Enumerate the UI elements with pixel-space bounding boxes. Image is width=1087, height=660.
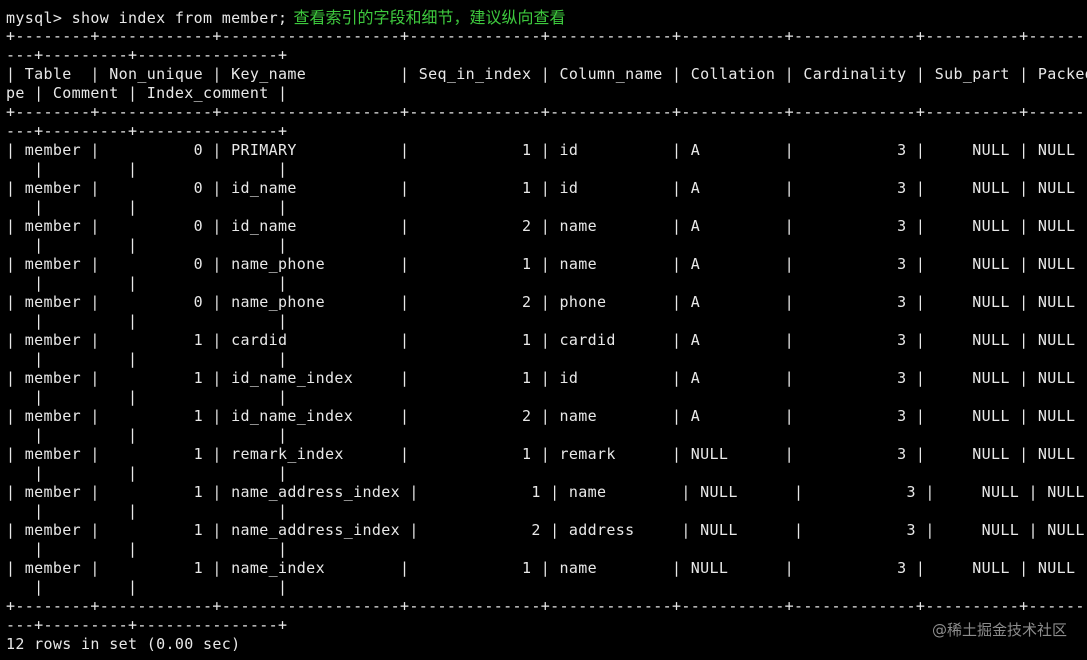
table-border-bottom: +--------+------------+-----------------… bbox=[6, 597, 1087, 615]
table-row-wrap: | | | bbox=[6, 464, 288, 482]
table-row-wrap: | | | bbox=[6, 502, 288, 520]
table-row: | member | 1 | remark_index | 1 | remark… bbox=[6, 445, 1087, 463]
result-summary: 12 rows in set (0.00 sec) bbox=[6, 635, 241, 653]
table-row: | member | 0 | id_name | 1 | id | A | 3 … bbox=[6, 179, 1087, 197]
watermark: @稀土掘金技术社区 bbox=[931, 621, 1067, 639]
table-border-top-wrap: ---+---------+---------------+ bbox=[6, 46, 288, 64]
terminal-window[interactable]: mysql> show index from member; 查看索引的字段和细节… bbox=[6, 8, 1087, 660]
table-row-wrap: | | | bbox=[6, 236, 288, 254]
table-header-wrap: pe | Comment | Index_comment | bbox=[6, 84, 288, 102]
table-row: | member | 1 | id_name_index | 2 | name … bbox=[6, 407, 1087, 425]
table-border-header-wrap: ---+---------+---------------+ bbox=[6, 122, 288, 140]
table-row: | member | 0 | name_phone | 2 | phone | … bbox=[6, 293, 1087, 311]
table-row-wrap: | | | bbox=[6, 274, 288, 292]
table-row: | member | 0 | name_phone | 1 | name | A… bbox=[6, 255, 1087, 273]
table-row-wrap: | | | bbox=[6, 160, 288, 178]
table-row: | member | 0 | PRIMARY | 1 | id | A | 3 … bbox=[6, 141, 1087, 159]
table-header: | Table | Non_unique | Key_name | Seq_in… bbox=[6, 65, 1087, 83]
annotation-note: 查看索引的字段和细节，建议纵向查看 bbox=[293, 8, 566, 27]
table-row-wrap: | | | bbox=[6, 578, 288, 596]
table-row: | member | 1 | name_address_index | 1 | … bbox=[6, 483, 1087, 501]
table-row-wrap: | | | bbox=[6, 540, 288, 558]
table-border-header: +--------+------------+-----------------… bbox=[6, 103, 1087, 121]
table-row: | member | 1 | name_index | 1 | name | N… bbox=[6, 559, 1087, 577]
table-row-wrap: | | | bbox=[6, 388, 288, 406]
prompt-line: mysql> show index from member; 查看索引的字段和细节… bbox=[6, 8, 565, 27]
table-row: | member | 0 | id_name | 2 | name | A | … bbox=[6, 217, 1087, 235]
table-row-wrap: | | | bbox=[6, 350, 288, 368]
table-row: | member | 1 | cardid | 1 | cardid | A |… bbox=[6, 331, 1087, 349]
table-border-top: +--------+------------+-----------------… bbox=[6, 27, 1087, 45]
table-row-wrap: | | | bbox=[6, 426, 288, 444]
table-row-wrap: | | | bbox=[6, 312, 288, 330]
table-border-bottom-wrap: ---+---------+---------------+ bbox=[6, 616, 288, 634]
table-row: | member | 1 | name_address_index | 2 | … bbox=[6, 521, 1087, 539]
sql-command: mysql> show index from member; bbox=[6, 9, 288, 27]
table-row-wrap: | | | bbox=[6, 198, 288, 216]
table-row: | member | 1 | id_name_index | 1 | id | … bbox=[6, 369, 1087, 387]
